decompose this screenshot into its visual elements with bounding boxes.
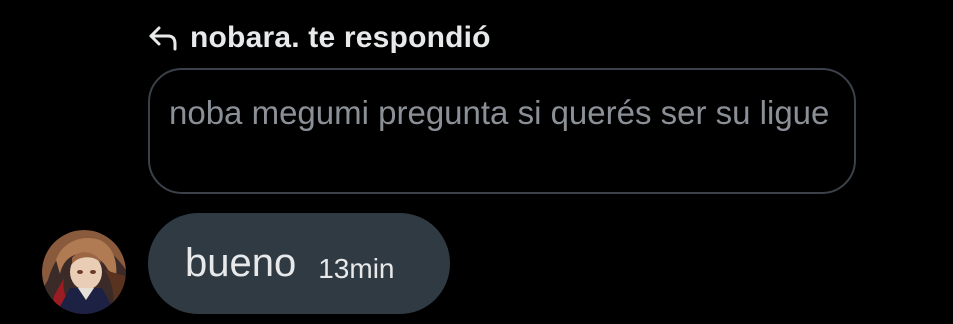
avatar[interactable] <box>42 230 126 314</box>
message-text: bueno <box>185 241 297 285</box>
quoted-message-text: noba megumi pregunta si querés ser su li… <box>169 94 830 131</box>
reply-context: nobara. te respondió <box>148 18 491 58</box>
reply-arrow-icon <box>148 25 178 51</box>
message-timestamp: 13min <box>318 252 395 284</box>
reply-context-label: nobara. te respondió <box>190 21 491 54</box>
dm-conversation: nobara. te respondió noba megumi pregunt… <box>0 0 953 324</box>
message-bubble[interactable]: bueno 13min <box>148 213 450 314</box>
quoted-message[interactable]: noba megumi pregunta si querés ser su li… <box>148 68 856 194</box>
